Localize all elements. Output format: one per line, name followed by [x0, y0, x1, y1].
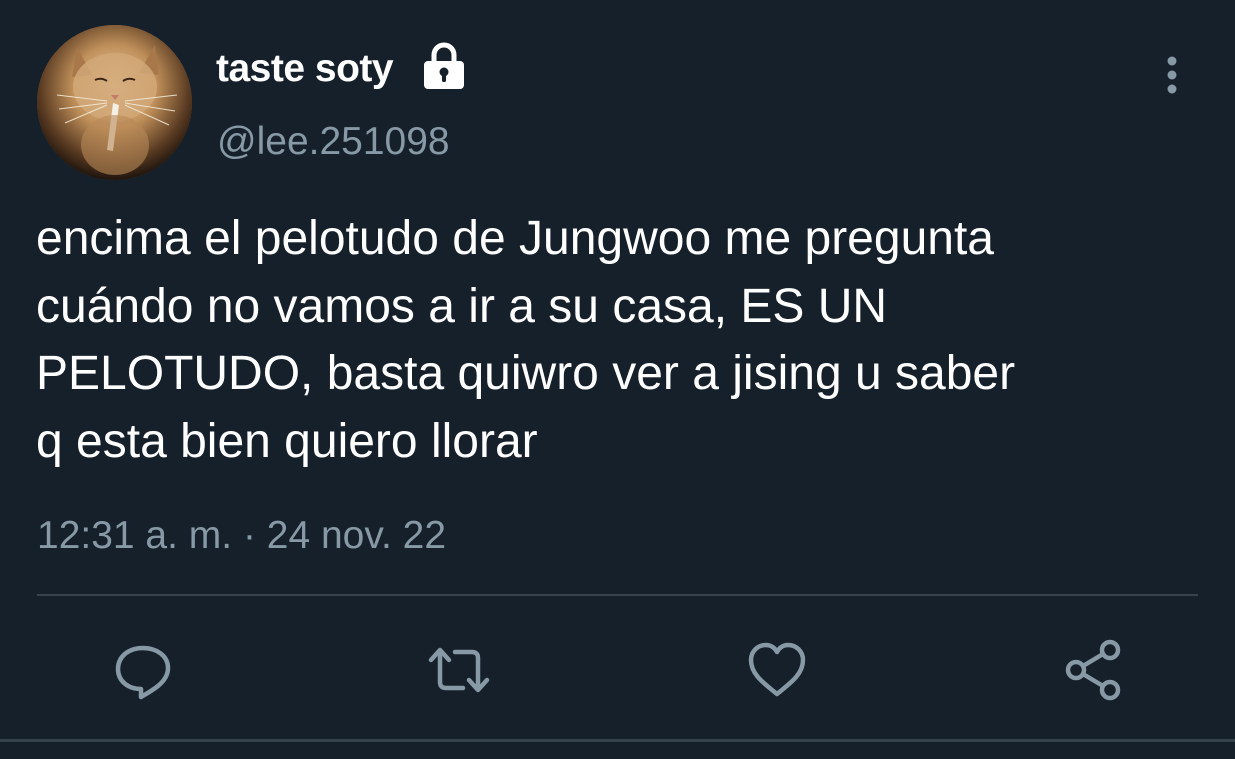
bottom-divider [0, 739, 1235, 742]
heart-icon [748, 642, 806, 697]
lock-icon [424, 42, 464, 89]
user-handle[interactable]: @lee.251098 [217, 117, 450, 167]
avatar[interactable] [37, 25, 192, 180]
share-icon [1065, 639, 1121, 701]
tweet-text-line: q esta bien quiero llorar [36, 414, 538, 468]
share-button[interactable] [1062, 638, 1126, 702]
display-name[interactable]: taste soty [216, 44, 394, 94]
tweet-text: encima el pelotudo de Jungwoo me pregunt… [36, 205, 1206, 475]
more-vertical-icon[interactable] [1150, 52, 1194, 98]
tweet-text-line: PELOTUDO, basta quiwro ver a jising u sa… [36, 347, 1016, 400]
like-button[interactable] [745, 638, 809, 702]
cat-avatar-image [37, 25, 192, 180]
tweet-text-line: encima el pelotudo de Jungwoo me pregunt… [36, 212, 994, 265]
retweet-icon [428, 647, 490, 693]
tweet-timestamp[interactable]: 12:31 a. m. · 24 nov. 22 [37, 511, 446, 561]
reply-button[interactable] [111, 638, 175, 702]
divider [37, 594, 1198, 596]
retweet-button[interactable] [427, 638, 491, 702]
tweet-text-line: cuándo no vamos a ir a su casa, ES UN [36, 279, 888, 333]
reply-icon [115, 645, 171, 700]
